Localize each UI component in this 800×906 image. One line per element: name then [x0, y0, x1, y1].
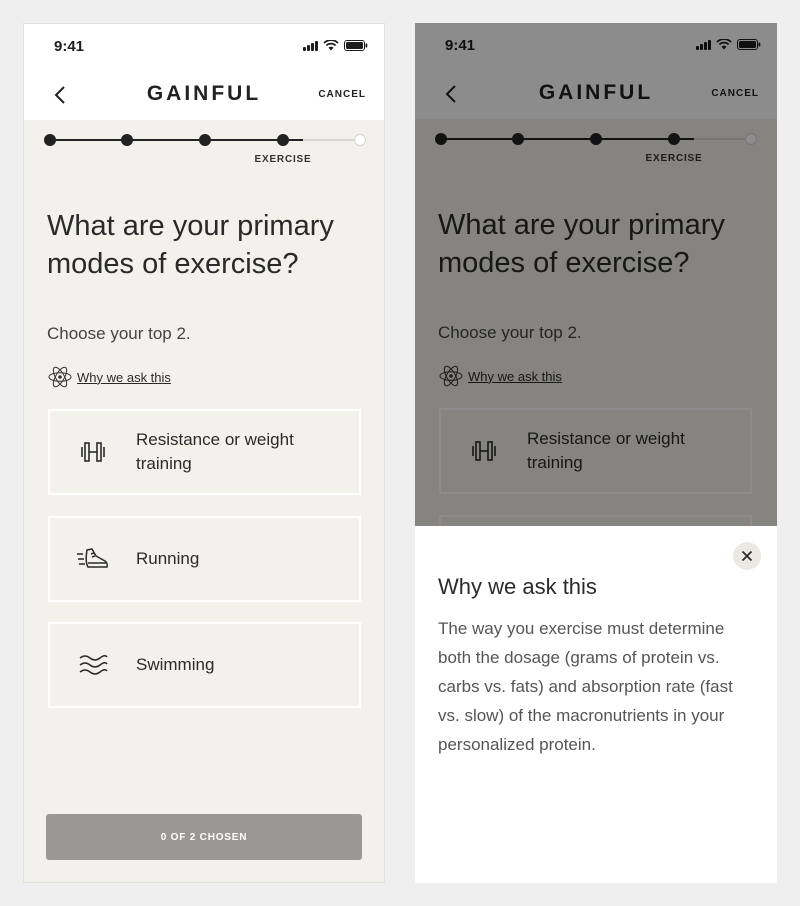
progress-stepper: EXERCISE [44, 130, 366, 165]
dumbbell-icon [50, 437, 136, 467]
option-running[interactable]: Running [48, 516, 361, 602]
continue-button[interactable]: 0 OF 2 CHOSEN [46, 814, 362, 860]
why-we-ask-sheet: Why we ask this The way you exercise mus… [415, 526, 777, 883]
phone-screen-why-sheet: 9:41 GAINFUL CANCEL EXERCISE What are yo… [415, 23, 777, 883]
progress-dot-5 [354, 134, 366, 146]
status-icons [303, 40, 368, 51]
battery-icon [344, 40, 368, 51]
sheet-title: Why we ask this [438, 574, 597, 599]
waves-icon [50, 650, 136, 680]
running-shoe-icon [50, 544, 136, 574]
option-label: Resistance or weight training [136, 430, 294, 473]
cellular-signal-icon [303, 40, 318, 51]
status-bar: 9:41 [24, 24, 384, 70]
modal-backdrop[interactable] [415, 23, 777, 526]
progress-dot-4 [277, 134, 289, 146]
option-resistance-training[interactable]: Resistance or weight training [48, 409, 361, 495]
atom-icon [48, 366, 72, 388]
cancel-button[interactable]: CANCEL [318, 89, 366, 100]
progress-dot-3 [199, 134, 211, 146]
sheet-body: The way you exercise must determine both… [438, 619, 733, 754]
nav-bar: GAINFUL CANCEL [24, 70, 384, 120]
question-subtitle: Choose your top 2. [47, 324, 191, 343]
status-time: 9:41 [54, 38, 85, 55]
option-label: Swimming [136, 655, 215, 674]
question-title: What are your primary modes of exercise? [47, 210, 334, 280]
progress-dot-2 [121, 134, 133, 146]
progress-step-label: EXERCISE [254, 154, 312, 165]
why-we-ask-link[interactable]: Why we ask this [47, 364, 171, 390]
progress-fill [50, 139, 303, 141]
wifi-icon [323, 40, 339, 51]
close-button[interactable] [733, 542, 761, 570]
option-swimming[interactable]: Swimming [48, 622, 361, 708]
option-label: Running [136, 549, 200, 568]
why-we-ask-label: Why we ask this [77, 369, 171, 385]
progress-dot-1 [44, 134, 56, 146]
close-icon [741, 550, 753, 562]
phone-screen-exercise-question: 9:41 GAINFUL CANCEL EXERCISE What are yo… [23, 23, 385, 883]
